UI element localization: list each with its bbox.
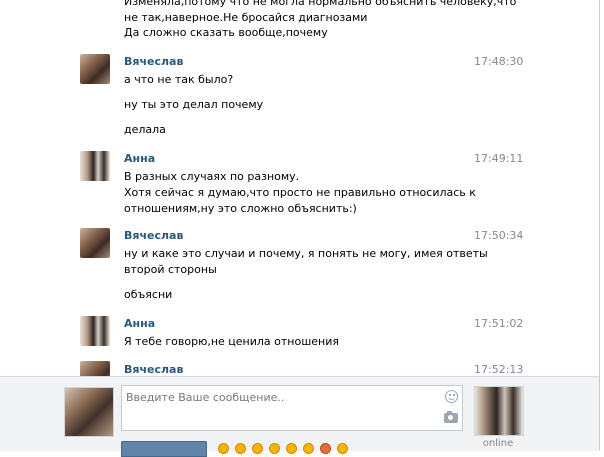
- emoji-icon[interactable]: [252, 443, 263, 454]
- message-time: 17:52:13: [474, 363, 524, 376]
- message-text: делала: [124, 123, 166, 136]
- message-text: ну ты это делал почему: [124, 98, 264, 111]
- message-author[interactable]: Анна: [124, 317, 155, 330]
- message-text: ну и каке это случаи и почему, я понять …: [124, 247, 488, 260]
- emoji-icon[interactable]: [303, 443, 314, 454]
- message-author[interactable]: Анна: [124, 152, 155, 165]
- compose-panel: online: [0, 376, 599, 457]
- message-input[interactable]: [122, 386, 444, 434]
- message-text: Я тебе говорю,не ценила отношения: [124, 335, 339, 348]
- emoji-icon[interactable]: [235, 443, 246, 454]
- message-time: 17:48:30: [474, 55, 524, 68]
- message-text: Да сложно сказать вообще,почему: [124, 26, 328, 39]
- avatar[interactable]: [80, 228, 110, 258]
- message-time: 17:51:02: [474, 317, 524, 330]
- avatar[interactable]: [80, 361, 110, 376]
- message-time: 17:49:11: [474, 152, 524, 165]
- message-author[interactable]: Вячеслав: [124, 363, 183, 376]
- message-text: В разных случаях по разному.: [124, 170, 300, 183]
- message-history[interactable]: Изменяла,потому что не могла нормально о…: [0, 0, 599, 376]
- message-text: Хотя сейчас я думаю,что просто не правил…: [124, 186, 476, 199]
- emoji-icon[interactable]: [218, 443, 229, 454]
- message-author[interactable]: Вячеслав: [124, 229, 183, 242]
- message-text: отношениям,ну это сложно объяснить:): [124, 202, 357, 215]
- avatar[interactable]: [80, 54, 110, 84]
- my-avatar[interactable]: [64, 387, 114, 437]
- emoji-icon[interactable]: [320, 443, 331, 454]
- message-text: второй стороны: [124, 263, 217, 276]
- window-border: [599, 0, 600, 450]
- camera-icon[interactable]: [444, 411, 458, 423]
- emoji-icon[interactable]: [337, 443, 348, 454]
- peer-online-status: online: [482, 438, 514, 449]
- message-text: объясни: [124, 288, 173, 301]
- message-author[interactable]: Вячеслав: [124, 55, 183, 68]
- message-time: 17:50:34: [474, 229, 524, 242]
- emoji-icon[interactable]: [286, 443, 297, 454]
- message-text: а что не так было?: [124, 73, 234, 86]
- emoji-icon[interactable]: [269, 443, 280, 454]
- send-button[interactable]: [121, 441, 207, 457]
- message-input-box[interactable]: [121, 385, 463, 434]
- smile-icon[interactable]: [445, 390, 458, 403]
- avatar[interactable]: [80, 151, 110, 181]
- peer-avatar[interactable]: [474, 386, 524, 436]
- avatar[interactable]: [80, 316, 110, 346]
